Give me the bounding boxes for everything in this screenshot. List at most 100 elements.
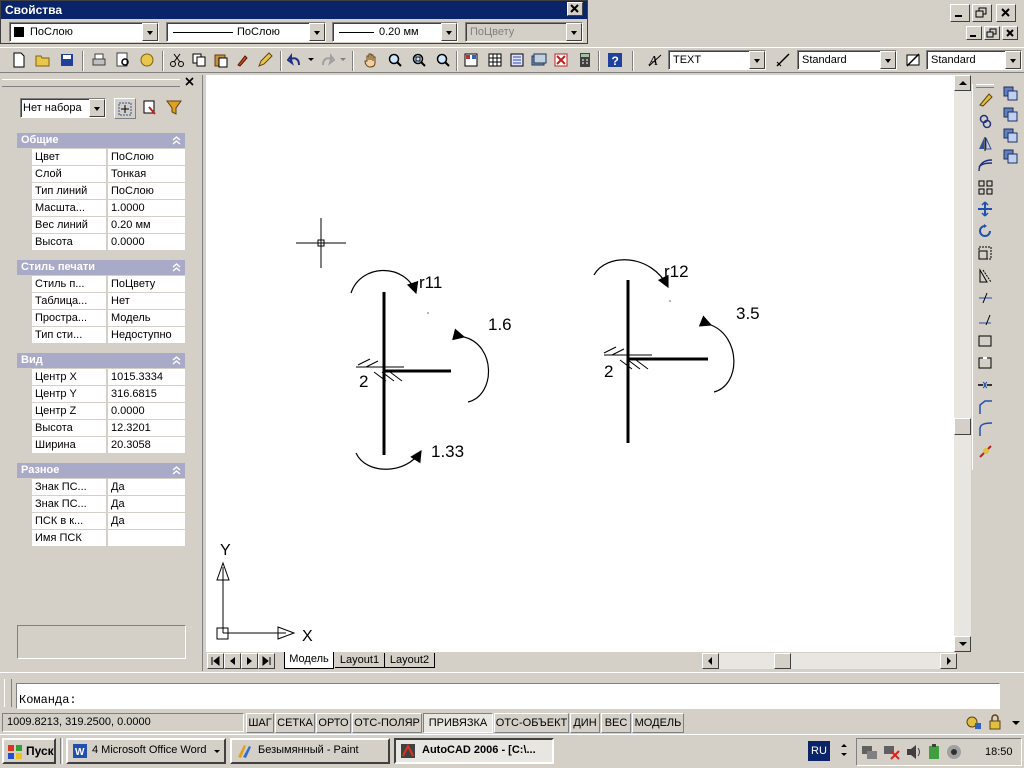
property-row[interactable]: Центр Z 0.0000: [17, 403, 185, 420]
undo-dropdown-icon[interactable]: [308, 58, 314, 61]
array-button[interactable]: [976, 178, 996, 198]
power-icon[interactable]: [925, 743, 943, 761]
tab-next-button[interactable]: [241, 653, 258, 669]
scroll-left-button[interactable]: [702, 653, 719, 669]
close-button[interactable]: [996, 4, 1016, 22]
command-grip[interactable]: [4, 679, 12, 707]
markup-button[interactable]: [550, 49, 572, 71]
property-row[interactable]: Цвет ПоСлою: [17, 149, 185, 166]
help-button[interactable]: ?: [604, 49, 626, 71]
design-center-button[interactable]: [484, 49, 506, 71]
chamfer-button[interactable]: [976, 398, 996, 418]
clock[interactable]: 18:50: [985, 746, 1013, 758]
copy-button[interactable]: [188, 49, 210, 71]
hscroll-thumb[interactable]: [774, 653, 791, 669]
tab-layout2[interactable]: Layout2: [385, 653, 435, 668]
scroll-right-button[interactable]: [940, 653, 957, 669]
chevron-down-icon[interactable]: [1005, 51, 1021, 69]
property-row[interactable]: Тип сти... Недоступно: [17, 327, 185, 344]
property-value[interactable]: 1.0000: [108, 200, 185, 216]
doc-restore-button[interactable]: [984, 26, 1000, 40]
mirror-button[interactable]: [976, 134, 996, 154]
property-row[interactable]: Центр Y 316.6815: [17, 386, 185, 403]
paste-button[interactable]: [210, 49, 232, 71]
dim-style-combo[interactable]: Standard: [797, 50, 897, 70]
pan-button[interactable]: [360, 49, 382, 71]
status-toggle-button[interactable]: ШАГ: [246, 713, 274, 733]
task-autocad[interactable]: AutoCAD 2006 - [C:\...: [394, 738, 554, 764]
status-toggle-button[interactable]: СЕТКА: [275, 713, 315, 733]
join-button[interactable]: [976, 376, 996, 396]
properties-title-bar[interactable]: Свойства: [1, 1, 587, 19]
text-style-button[interactable]: A: [644, 49, 666, 71]
property-row[interactable]: Высота 12.3201: [17, 420, 185, 437]
category-header[interactable]: Общие: [17, 133, 185, 148]
property-value[interactable]: Да: [108, 496, 185, 512]
property-row[interactable]: Стиль п... ПоЦвету: [17, 276, 185, 293]
property-row[interactable]: Центр X 1015.3334: [17, 369, 185, 386]
property-value[interactable]: Да: [108, 479, 185, 495]
tab-first-button[interactable]: [207, 653, 224, 669]
property-row[interactable]: ПСК в к... Да: [17, 513, 185, 530]
move-button[interactable]: [976, 200, 996, 220]
break-button[interactable]: [976, 354, 996, 374]
doc-minimize-button[interactable]: [966, 26, 982, 40]
property-value[interactable]: Модель: [108, 310, 185, 326]
scroll-up-button[interactable]: [954, 75, 971, 91]
property-value[interactable]: ПоСлою: [108, 183, 185, 199]
property-value[interactable]: ПоЦвету: [108, 276, 185, 292]
property-value[interactable]: 0.0000: [108, 403, 185, 419]
property-row[interactable]: Таблица... Нет: [17, 293, 185, 310]
property-row[interactable]: Тип линий ПоСлою: [17, 183, 185, 200]
horizontal-scrollbar[interactable]: [702, 653, 957, 669]
draworder-button[interactable]: [1001, 84, 1021, 104]
break-at-point-button[interactable]: [976, 332, 996, 352]
copy-object-button[interactable]: [976, 112, 996, 132]
linetype-combo[interactable]: ПоСлою: [166, 22, 326, 42]
sheet-set-button[interactable]: [528, 49, 550, 71]
property-row[interactable]: Знак ПС... Да: [17, 496, 185, 513]
property-row[interactable]: Ширина 20.3058: [17, 437, 185, 454]
zoom-previous-button[interactable]: [432, 49, 454, 71]
property-value[interactable]: Нет: [108, 293, 185, 309]
property-row[interactable]: Высота 0.0000: [17, 234, 185, 251]
match-properties-button[interactable]: [232, 49, 254, 71]
property-value[interactable]: 0.20 мм: [108, 217, 185, 233]
property-value[interactable]: [108, 530, 185, 546]
tab-model[interactable]: Модель: [284, 652, 334, 669]
draworder-button[interactable]: [1001, 126, 1021, 146]
property-value[interactable]: 0.0000: [108, 234, 185, 250]
chevron-down-icon[interactable]: [880, 51, 896, 69]
offset-button[interactable]: [976, 156, 996, 176]
task-word[interactable]: W 4 Microsoft Office Word: [66, 738, 226, 764]
language-indicator[interactable]: RU: [808, 741, 830, 761]
volume-icon[interactable]: [905, 743, 923, 761]
status-toggle-button[interactable]: МОДЕЛЬ: [632, 713, 684, 733]
scroll-thumb[interactable]: [954, 418, 971, 435]
publish-button[interactable]: [136, 49, 158, 71]
status-toggle-button[interactable]: ДИН: [570, 713, 600, 733]
cut-button[interactable]: [166, 49, 188, 71]
category-header[interactable]: Вид: [17, 353, 185, 368]
tab-last-button[interactable]: [258, 653, 275, 669]
tab-prev-button[interactable]: [224, 653, 241, 669]
tool-palettes-button[interactable]: [506, 49, 528, 71]
property-row[interactable]: Слой Тонкая: [17, 166, 185, 183]
redo-button[interactable]: [316, 49, 338, 71]
property-value[interactable]: 1015.3334: [108, 369, 185, 385]
new-button[interactable]: [8, 49, 30, 71]
tab-layout1[interactable]: Layout1: [335, 653, 385, 668]
property-value[interactable]: Недоступно: [108, 327, 185, 343]
draworder-button[interactable]: [1001, 105, 1021, 125]
task-paint[interactable]: Безымянный - Paint: [230, 738, 390, 764]
command-input[interactable]: Команда:: [16, 683, 1000, 709]
print-button[interactable]: [88, 49, 110, 71]
chevron-down-icon[interactable]: [566, 23, 582, 41]
plotstyle-combo[interactable]: ПоЦвету: [465, 22, 583, 42]
explode-button[interactable]: [976, 442, 996, 462]
drawing-area[interactable]: r11 1.6 1.33 2 r12 3.5 2 Y X: [206, 75, 954, 652]
erase-button[interactable]: [976, 90, 996, 110]
doc-close-button[interactable]: [1002, 26, 1018, 40]
property-value[interactable]: 12.3201: [108, 420, 185, 436]
status-toggle-button[interactable]: ПРИВЯЗКА: [423, 713, 493, 733]
